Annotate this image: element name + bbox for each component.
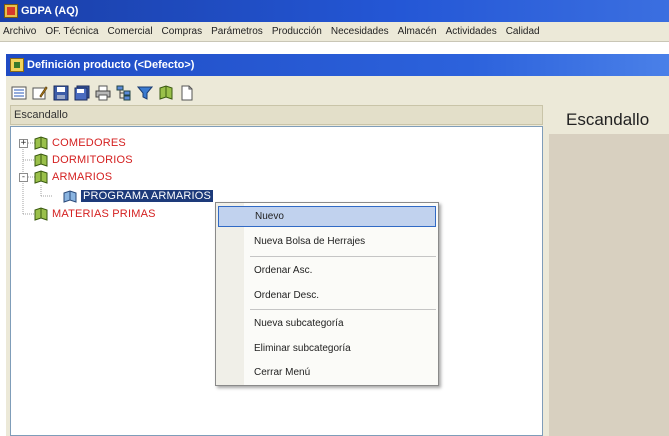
tree-node-armarios[interactable]: - ARMARIOS bbox=[19, 169, 112, 185]
menu-separator bbox=[250, 256, 436, 257]
book-icon bbox=[34, 136, 48, 150]
window-icon bbox=[10, 58, 24, 72]
document-icon[interactable] bbox=[178, 84, 196, 102]
context-menu: Nuevo Nueva Bolsa de Herrajes Ordenar As… bbox=[215, 202, 439, 386]
book-icon bbox=[34, 207, 48, 221]
save-all-icon[interactable] bbox=[73, 84, 91, 102]
detail-panel-title: Escandallo bbox=[566, 110, 650, 129]
menu-archivo[interactable]: Archivo bbox=[0, 26, 42, 37]
menu-calidad[interactable]: Calidad bbox=[503, 26, 546, 37]
menu-gutter bbox=[216, 203, 244, 385]
menu-item-nueva-bolsa-herrajes[interactable]: Nueva Bolsa de Herrajes bbox=[246, 231, 436, 252]
menu-of-tecnica[interactable]: OF. Técnica bbox=[42, 26, 104, 37]
menu-item-ordenar-desc[interactable]: Ordenar Desc. bbox=[246, 285, 436, 306]
app-title-bar: GDPA (AQ) bbox=[0, 0, 669, 22]
menu-necesidades[interactable]: Necesidades bbox=[328, 26, 395, 37]
tree-node-comedores[interactable]: + COMEDORES bbox=[19, 135, 126, 151]
app-title: GDPA (AQ) bbox=[21, 5, 79, 17]
menu-parametros[interactable]: Parámetros bbox=[208, 26, 269, 37]
menu-comercial[interactable]: Comercial bbox=[105, 26, 159, 37]
filter-icon[interactable] bbox=[136, 84, 154, 102]
list-icon[interactable] bbox=[10, 84, 28, 102]
toolbar bbox=[10, 84, 196, 104]
detail-panel-header: Escandallo bbox=[549, 106, 669, 134]
tree-node-label: MATERIAS PRIMAS bbox=[52, 208, 156, 220]
menu-produccion[interactable]: Producción bbox=[269, 26, 328, 37]
tree-panel-title: Escandallo bbox=[14, 109, 68, 121]
edit-icon[interactable] bbox=[31, 84, 49, 102]
save-icon[interactable] bbox=[52, 84, 70, 102]
menu-actividades[interactable]: Actividades bbox=[443, 26, 503, 37]
detail-panel bbox=[549, 106, 669, 436]
menu-item-ordenar-asc[interactable]: Ordenar Asc. bbox=[246, 260, 436, 281]
tree-panel-header: Escandallo bbox=[10, 105, 543, 125]
tree-node-dormitorios[interactable]: DORMITORIOS bbox=[34, 152, 133, 168]
menu-item-nuevo[interactable]: Nuevo bbox=[218, 206, 436, 227]
expand-icon[interactable]: + bbox=[19, 138, 28, 148]
app-icon bbox=[4, 4, 18, 18]
tree-node-programa-armarios[interactable]: PROGRAMA ARMARIOS bbox=[63, 188, 214, 204]
menu-item-eliminar-subcategoria[interactable]: Eliminar subcategoría bbox=[246, 338, 436, 359]
window-title: Definición producto (<Defecto>) bbox=[27, 59, 195, 71]
book-icon bbox=[34, 153, 48, 167]
book-icon bbox=[34, 170, 48, 184]
menu-bar: Archivo OF. Técnica Comercial Compras Pa… bbox=[0, 22, 669, 42]
tree-node-label: PROGRAMA ARMARIOS bbox=[81, 190, 214, 202]
menu-item-nueva-subcategoria[interactable]: Nueva subcategoría bbox=[246, 313, 436, 334]
tree-node-label: DORMITORIOS bbox=[52, 154, 133, 166]
menu-separator bbox=[250, 309, 436, 310]
menu-almacen[interactable]: Almacén bbox=[395, 26, 443, 37]
tree-icon[interactable] bbox=[115, 84, 133, 102]
menu-item-cerrar-menu[interactable]: Cerrar Menú bbox=[246, 362, 436, 383]
tree-node-materias-primas[interactable]: MATERIAS PRIMAS bbox=[34, 206, 156, 222]
open-book-icon bbox=[63, 190, 77, 203]
tree-node-label: ARMARIOS bbox=[52, 171, 113, 183]
tree-node-label: COMEDORES bbox=[52, 137, 126, 149]
menu-compras[interactable]: Compras bbox=[159, 26, 209, 37]
book-icon[interactable] bbox=[157, 84, 175, 102]
collapse-icon[interactable]: - bbox=[19, 172, 28, 182]
window-title-bar: Definición producto (<Defecto>) bbox=[6, 54, 669, 76]
print-icon[interactable] bbox=[94, 84, 112, 102]
